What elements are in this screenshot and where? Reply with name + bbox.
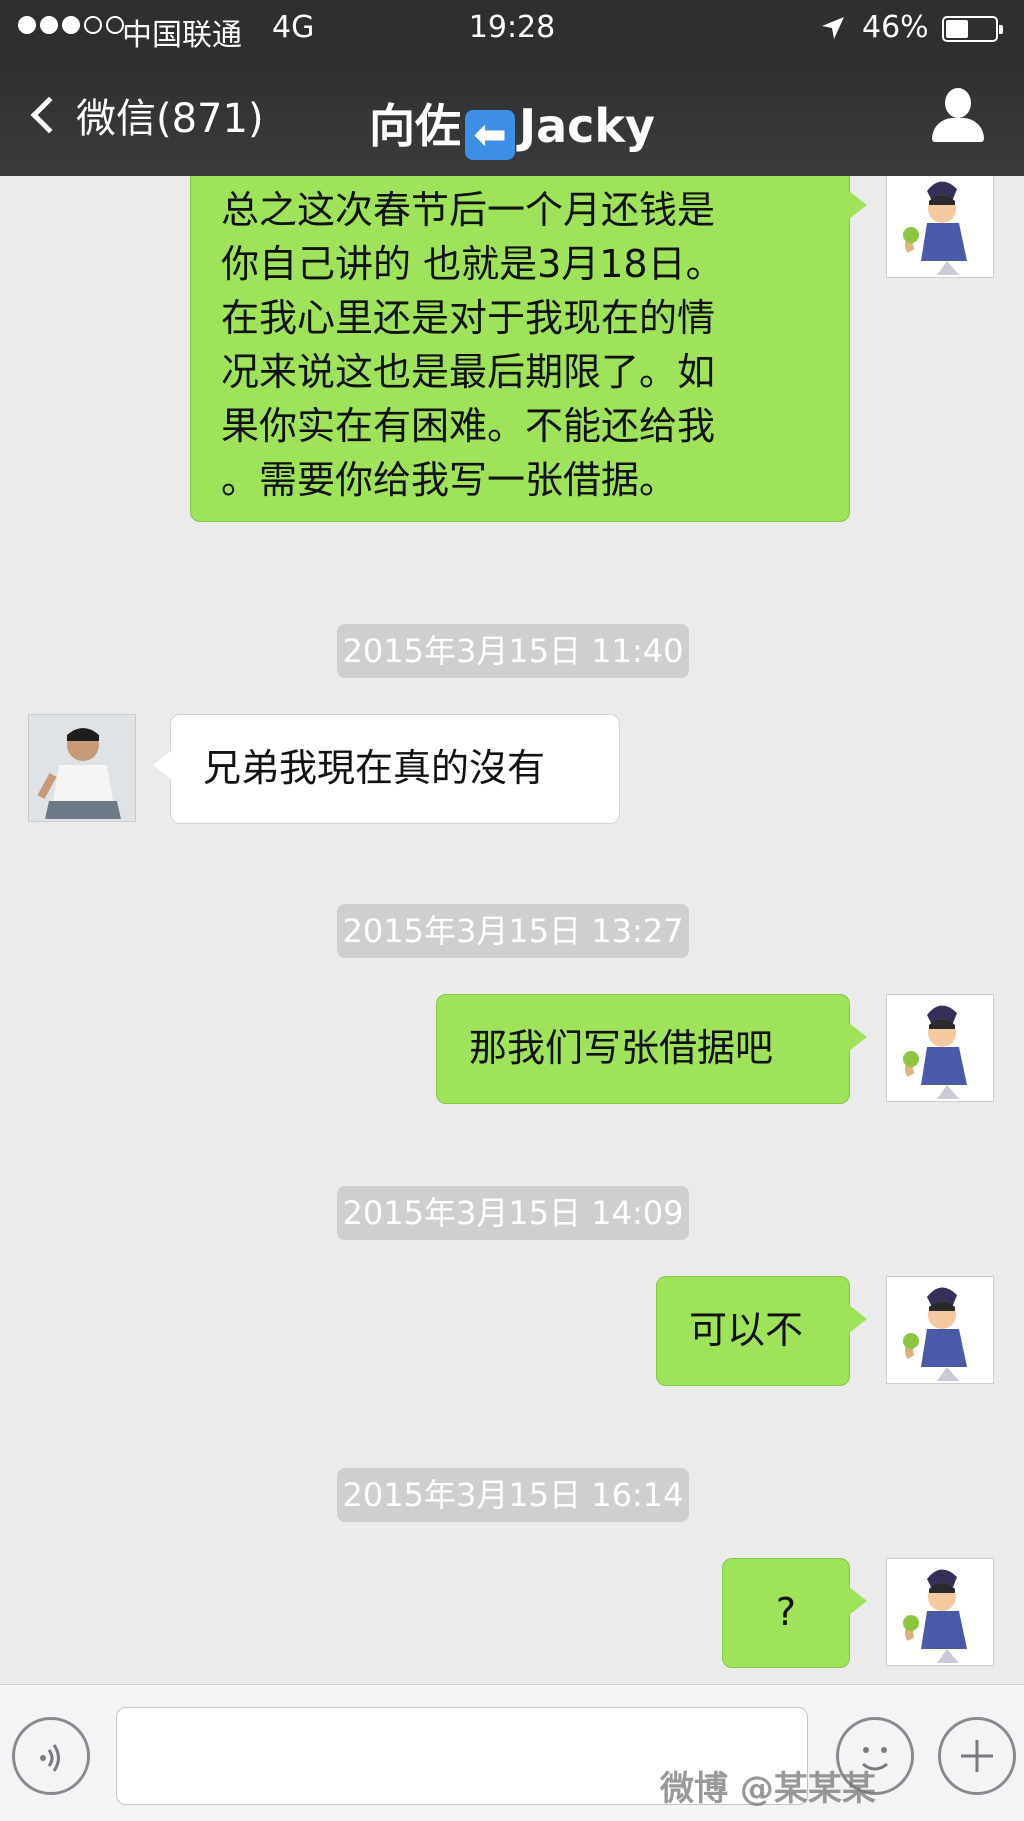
cartoon-avatar-icon — [887, 176, 993, 277]
cartoon-avatar-icon — [887, 1559, 993, 1665]
timestamp: 2015年3月15日 14:09 — [337, 1186, 689, 1240]
chat-message-list[interactable]: 总之这次春节后一个月还钱是 你自己讲的 也就是3月18日。 在我心里还是对于我现… — [0, 176, 1024, 1684]
chat-title-prefix: 向佐 — [368, 99, 461, 153]
battery-percent: 46% — [862, 10, 929, 45]
cartoon-avatar-icon — [887, 995, 993, 1101]
message-bubble-sent[interactable]: ? — [722, 1558, 867, 1668]
message-bubble-received[interactable]: 兄弟我現在真的沒有 — [153, 714, 620, 824]
battery-icon — [942, 16, 1003, 42]
contact-photo-icon — [29, 715, 135, 821]
weibo-watermark: 微博 @某某某 — [660, 1769, 876, 1809]
avatar-self[interactable] — [886, 176, 994, 278]
message-bubble-sent[interactable]: 总之这次春节后一个月还钱是 你自己讲的 也就是3月18日。 在我心里还是对于我现… — [190, 176, 867, 522]
contact-profile-button[interactable] — [930, 88, 986, 144]
status-bar: 中国联通 4G 19:28 46% — [0, 0, 1024, 58]
message-input-bar: 微博 @某某某 — [0, 1684, 1024, 1821]
avatar-self[interactable] — [886, 1558, 994, 1666]
voice-icon — [40, 1744, 60, 1772]
message-bubble-sent[interactable]: 可以不 — [656, 1276, 867, 1386]
person-icon — [945, 88, 971, 118]
timestamp: 2015年3月15日 11:40 — [337, 624, 689, 678]
avatar-contact[interactable] — [28, 714, 136, 822]
nav-bar: 微信(871) 向佐 ⬅ Jacky — [0, 58, 1024, 176]
left-arrow-emoji-icon: ⬅ — [464, 110, 515, 160]
plus-icon — [961, 1740, 993, 1772]
message-bubble-sent[interactable]: 那我们写张借据吧 — [436, 994, 867, 1104]
timestamp: 2015年3月15日 13:27 — [337, 904, 689, 958]
chat-title: 向佐 ⬅ Jacky — [0, 90, 1024, 160]
cartoon-avatar-icon — [887, 1277, 993, 1383]
more-options-button[interactable] — [938, 1717, 1016, 1795]
chat-title-suffix: Jacky — [518, 99, 655, 153]
timestamp: 2015年3月15日 16:14 — [337, 1468, 689, 1522]
avatar-self[interactable] — [886, 994, 994, 1102]
location-arrow-icon — [820, 14, 846, 49]
avatar-self[interactable] — [886, 1276, 994, 1384]
voice-input-button[interactable] — [12, 1717, 90, 1795]
